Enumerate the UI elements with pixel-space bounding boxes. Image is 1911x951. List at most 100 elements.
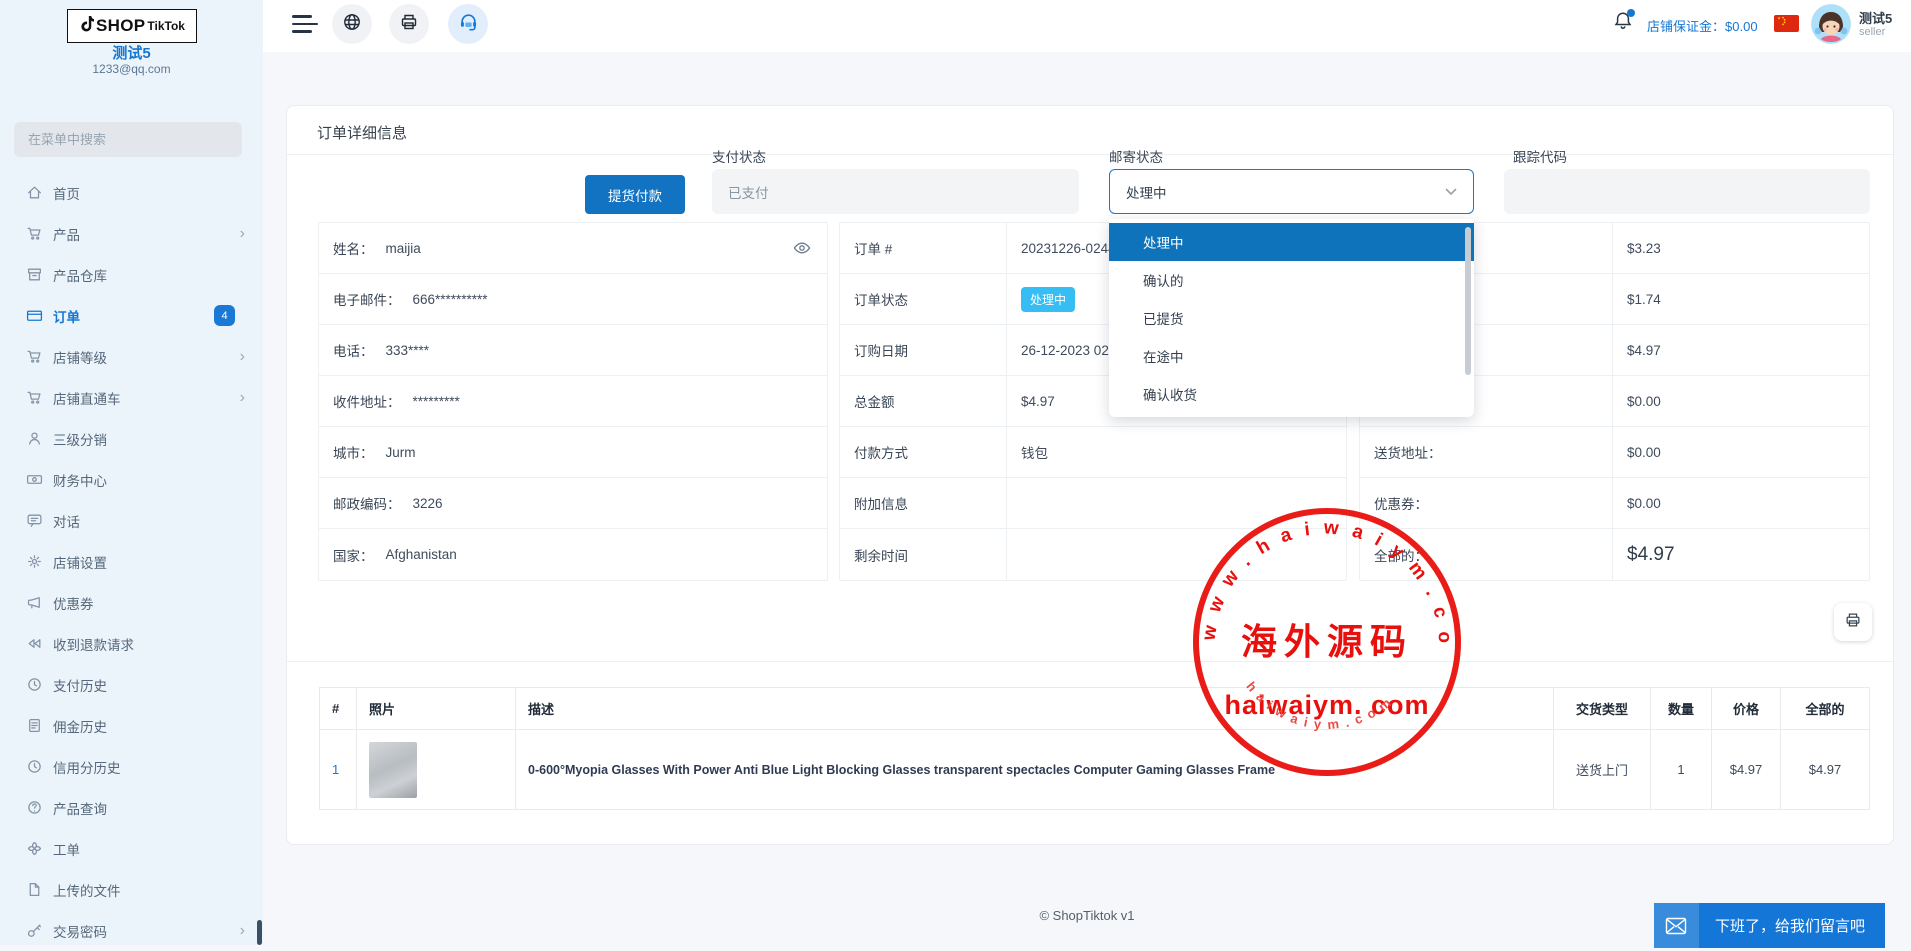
customer-row: 邮政编码： 3226 [319,478,827,529]
eye-icon[interactable] [793,241,811,260]
question-icon [26,799,43,816]
menu-search-input[interactable] [14,122,242,157]
sidebar-user-name: 测试5 [0,42,263,63]
bell-icon [1612,19,1634,36]
dropdown-option[interactable]: 已提货 [1109,299,1474,337]
sidebar-item-orders[interactable]: 订单4 [0,295,263,336]
sidebar-item-uploaded-files[interactable]: 上传的文件 [0,869,263,910]
shipping-status-value: 处理中 [1126,182,1167,202]
payment-status-field[interactable]: 已支付 [712,169,1079,214]
field-value: 钱包 [1007,427,1346,477]
chevron-right-icon: › [240,225,245,243]
table-row: 附加信息 [840,478,1346,529]
file-icon [26,881,43,898]
shop-deposit[interactable]: 店铺保证金：$0.00 [1647,16,1758,35]
row-index-link[interactable]: 1 [332,762,339,777]
fan-icon [26,840,43,857]
doc-icon [26,717,43,734]
field-value: 333**** [386,343,430,358]
notification-dot [1627,9,1635,17]
language-globe-button[interactable] [332,4,372,44]
column-header: 价格 [1712,688,1781,730]
sidebar-item-shop-express[interactable]: 店铺直通车 › [0,377,263,418]
field-value: $0.00 [1613,376,1869,426]
price: $4.97 [1712,730,1781,810]
product-description: 0-600°Myopia Glasses With Power Anti Blu… [528,763,1553,777]
field-label: 收件地址： [319,391,401,411]
page-title: 订单详细信息 [317,122,407,143]
field-value: 3226 [413,496,443,511]
sidebar-item-label: 信用分历史 [53,757,121,777]
dropdown-option[interactable]: 在途中 [1109,337,1474,375]
sidebar-item-label: 优惠券 [53,593,94,613]
sidebar-item-three-level-distribution[interactable]: 三级分销 [0,418,263,459]
sidebar-item-products[interactable]: 产品 › [0,213,263,254]
column-header: 全部的 [1781,688,1870,730]
sidebar-item-label: 上传的文件 [53,880,121,900]
dropdown-scrollbar-thumb[interactable] [1465,227,1471,375]
sidebar-scrollbar-thumb[interactable] [257,920,262,945]
sidebar-item-label: 订单 [53,306,80,326]
person-icon [26,430,43,447]
field-value: $4.97 [1613,529,1869,580]
divider [287,661,1893,662]
field-label: 邮政编码： [319,493,401,513]
printer-icon [1844,611,1862,634]
dropdown-option[interactable]: 确认收货 [1109,375,1474,413]
hamburger-menu-icon[interactable] [292,15,318,33]
sidebar-item-coupons[interactable]: 优惠券 [0,582,263,623]
tiktok-note-icon [79,15,94,37]
sidebar: SHOP TikTok 测试5 1233@qq.com 首页产品›产品仓库订单4… [0,0,263,945]
chevron-right-icon: › [240,389,245,407]
field-label: 国家： [319,545,374,565]
product-photo[interactable] [369,742,417,798]
field-label: 电子邮件： [319,289,401,309]
sidebar-item-label: 店铺直通车 [53,388,121,408]
field-value [1007,529,1346,580]
print-page-button[interactable] [389,4,429,44]
print-order-button[interactable] [1834,603,1872,641]
field-label: 总金额 [840,376,1007,426]
shop-tiktok-logo[interactable]: SHOP TikTok [67,9,197,43]
sidebar-item-product-inquiry[interactable]: 产品查询 [0,787,263,828]
field-value [1007,478,1346,528]
field-label: 订单状态 [840,274,1007,324]
dropdown-option[interactable]: 确认的 [1109,261,1474,299]
sidebar-item-label: 产品 [53,224,80,244]
sidebar-item-refund-requests[interactable]: 收到退款请求 [0,623,263,664]
pickup-payment-button[interactable]: 提货付款 [585,175,685,214]
sidebar-item-conversation[interactable]: 对话 [0,500,263,541]
shipping-status-select[interactable]: 处理中 [1109,169,1474,214]
table-row: 付款方式钱包 [840,427,1346,478]
user-avatar[interactable] [1811,4,1851,44]
sidebar-item-credit-history[interactable]: 信用分历史 [0,746,263,787]
support-button[interactable] [448,4,488,44]
customer-row: 姓名：maijia [319,223,827,274]
customer-row: 城市：Jurm [319,427,827,478]
sidebar-item-home[interactable]: 首页 [0,172,263,213]
column-header: 数量 [1651,688,1712,730]
field-label: 优惠券： [1360,478,1613,528]
logo-text-shop: SHOP [96,16,145,36]
leave-message-label: 下班了，给我们留言吧 [1715,915,1865,936]
quantity: 1 [1651,730,1712,810]
field-value: $3.23 [1613,223,1869,273]
sidebar-item-label: 产品查询 [53,798,107,818]
topbar-user-name[interactable]: 测试5 [1859,8,1892,27]
sidebar-item-finance-center[interactable]: 财务中心 [0,459,263,500]
sidebar-item-product-warehouse[interactable]: 产品仓库 [0,254,263,295]
card-icon [26,307,43,324]
leave-message-button[interactable]: 下班了，给我们留言吧 [1654,903,1885,948]
tracking-code-input[interactable] [1504,169,1870,214]
notifications-bell-button[interactable] [1612,10,1634,37]
customer-info-table: 姓名：maijia电子邮件：666**********电话：333****收件地… [318,222,828,581]
sidebar-item-shop-settings[interactable]: 店铺设置 [0,541,263,582]
china-flag-icon[interactable] [1774,15,1799,37]
dropdown-option[interactable]: 处理中 [1109,223,1474,261]
sidebar-item-payment-history[interactable]: 支付历史 [0,664,263,705]
sidebar-item-work-order[interactable]: 工单 [0,828,263,869]
sidebar-item-commission-history[interactable]: 佣金历史 [0,705,263,746]
sidebar-item-shop-level[interactable]: 店铺等级› [0,336,263,377]
globe-icon [342,12,362,37]
field-label: 全部的： [1360,529,1613,580]
